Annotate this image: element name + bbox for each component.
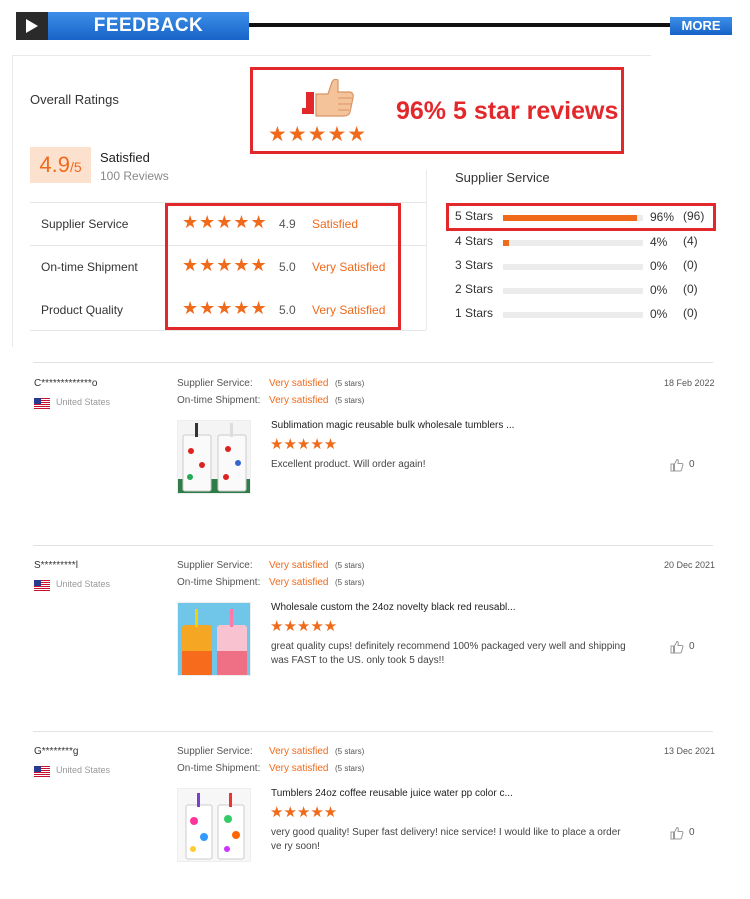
category-name: On-time Shipment (41, 260, 138, 274)
divider (33, 731, 713, 732)
product-title-link[interactable]: Tumblers 24oz coffee reusable juice wate… (271, 788, 513, 799)
overall-ratings-label: Overall Ratings (30, 92, 119, 107)
distribution-label: 3 Stars (455, 258, 494, 272)
promo-banner: ★★★★★ 96% 5 star reviews (250, 67, 624, 154)
divider (33, 362, 713, 363)
product-title-link[interactable]: Sublimation magic reusable bulk wholesal… (271, 420, 514, 431)
distribution-bar (503, 264, 643, 270)
supplier-service-label: Supplier Service: (177, 560, 253, 571)
distribution-count: (0) (683, 258, 698, 272)
overall-satisfaction: Satisfied (100, 150, 150, 165)
promo-text: 96% 5 star reviews (396, 97, 619, 125)
reviewer-country: United States (56, 765, 111, 775)
section-title: FEEDBACK (48, 12, 249, 40)
overall-score-badge: 4.9/5 (30, 147, 91, 183)
distribution-percent: 0% (650, 307, 668, 321)
us-flag-icon (34, 396, 50, 414)
shipment-stars: (5 stars) (335, 764, 365, 773)
shipment-label: On-time Shipment: (177, 763, 261, 774)
distribution-count: (0) (683, 282, 698, 296)
header-rule (248, 23, 670, 27)
reviewer-country: United States (56, 397, 111, 407)
distribution-row: 3 Stars 0% (0) (455, 256, 725, 276)
distribution-percent: 0% (650, 283, 668, 297)
like-count: 0 (689, 827, 695, 838)
divider (33, 545, 713, 546)
shipment-value: Very satisfied (269, 395, 329, 406)
distribution-title: Supplier Service (455, 170, 550, 185)
shipment-value: Very satisfied (269, 577, 329, 588)
review-date: 13 Dec 2021 (664, 746, 716, 756)
distribution-label: 1 Stars (455, 306, 494, 320)
review-date: 18 Feb 2022 (664, 378, 715, 388)
distribution-label: 4 Stars (455, 234, 494, 248)
product-thumbnail[interactable] (177, 788, 251, 862)
thumbs-up-icon (298, 78, 358, 122)
distribution-count: (4) (683, 234, 698, 248)
shipment-stars: (5 stars) (335, 396, 365, 405)
reviewer-name: G********g (34, 746, 79, 757)
reviewer-name: S*********l (34, 560, 78, 571)
highlight-box (165, 203, 401, 330)
supplier-service-stars: (5 stars) (335, 379, 365, 388)
overall-score: 4.9 (39, 152, 70, 177)
distribution-bar (503, 240, 643, 246)
supplier-service-value: Very satisfied (269, 378, 329, 389)
thumbs-up-icon (670, 458, 684, 476)
review-text: Excellent product. Will order again! (271, 459, 426, 470)
reviewer-country: United States (56, 579, 111, 589)
shipment-stars: (5 stars) (335, 578, 365, 587)
shipment-label: On-time Shipment: (177, 395, 261, 406)
review-text: great quality cups! definitely recommend… (271, 641, 626, 666)
shipment-label: On-time Shipment: (177, 577, 261, 588)
product-title-link[interactable]: Wholesale custom the 24oz novelty black … (271, 602, 516, 613)
like-count: 0 (689, 459, 695, 470)
vertical-divider (426, 170, 427, 330)
us-flag-icon (34, 764, 50, 782)
distribution-row: 2 Stars 0% (0) (455, 280, 725, 300)
play-icon (16, 12, 48, 40)
like-button[interactable]: 0 (670, 826, 695, 845)
review-stars-icon: ★★★★★ (270, 436, 338, 453)
thumbs-up-icon (670, 826, 684, 844)
review-text: very good quality! Super fast delivery! … (271, 827, 621, 852)
distribution-count: (0) (683, 306, 698, 320)
us-flag-icon (34, 578, 50, 596)
like-button[interactable]: 0 (670, 640, 695, 659)
distribution-percent: 4% (650, 235, 668, 249)
supplier-service-stars: (5 stars) (335, 747, 365, 756)
review-date: 20 Dec 2021 (664, 560, 716, 570)
review-stars-icon: ★★★★★ (270, 804, 338, 821)
category-name: Product Quality (41, 303, 124, 317)
supplier-service-stars: (5 stars) (335, 561, 365, 570)
supplier-service-value: Very satisfied (269, 560, 329, 571)
category-name: Supplier Service (41, 217, 129, 231)
overall-score-max: /5 (69, 159, 82, 175)
supplier-service-value: Very satisfied (269, 746, 329, 757)
distribution-bar (503, 312, 643, 318)
shipment-value: Very satisfied (269, 763, 329, 774)
promo-stars-icon: ★★★★★ (268, 123, 368, 146)
product-thumbnail[interactable] (177, 602, 251, 676)
divider (30, 330, 426, 331)
highlight-box (446, 203, 716, 231)
distribution-row: 1 Stars 0% (0) (455, 304, 725, 324)
like-count: 0 (689, 641, 695, 652)
distribution-label: 2 Stars (455, 282, 494, 296)
distribution-percent: 0% (650, 259, 668, 273)
distribution-row: 4 Stars 4% (4) (455, 232, 725, 252)
review-count[interactable]: 100 Reviews (100, 169, 169, 183)
thumbs-up-icon (670, 640, 684, 658)
review-stars-icon: ★★★★★ (270, 618, 338, 635)
more-button[interactable]: MORE (670, 17, 732, 35)
like-button[interactable]: 0 (670, 458, 695, 477)
supplier-service-label: Supplier Service: (177, 746, 253, 757)
product-thumbnail[interactable] (177, 420, 251, 494)
distribution-bar (503, 288, 643, 294)
distribution-bar-fill (503, 240, 509, 246)
reviewer-name: C*************o (34, 378, 98, 389)
supplier-service-label: Supplier Service: (177, 378, 253, 389)
